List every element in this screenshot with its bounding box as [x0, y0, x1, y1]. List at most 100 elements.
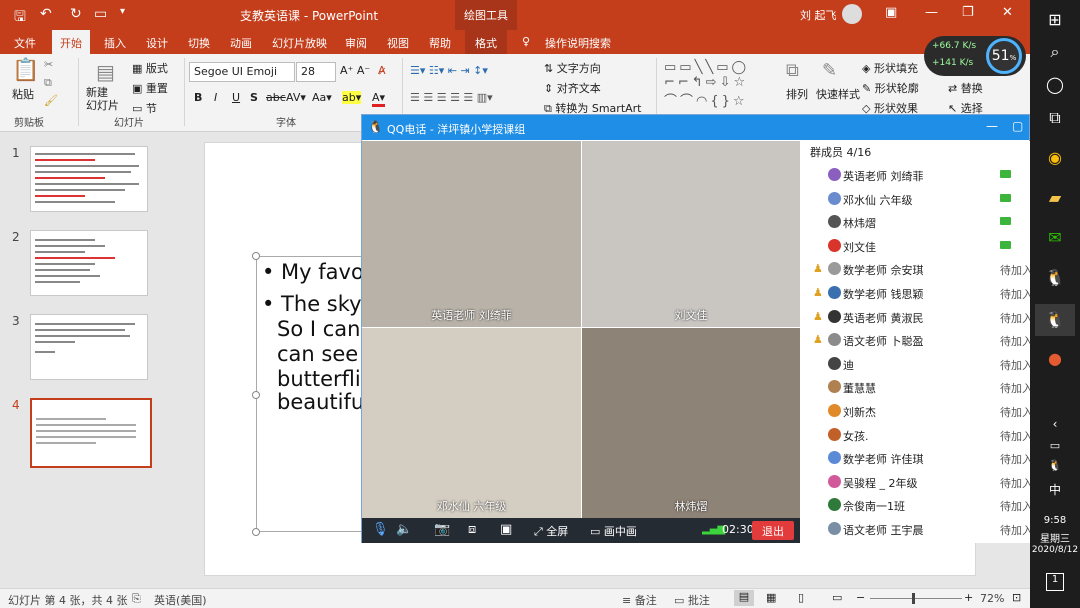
task-view-icon[interactable]: ⧉ [1043, 106, 1067, 130]
format-painter-icon[interactable]: 🖌 [44, 94, 58, 107]
member-row[interactable]: 刘新杰 待加入 [800, 400, 1033, 423]
reset-button[interactable]: ▣ 重置 [132, 80, 168, 96]
tab-insert[interactable]: 插入 [104, 35, 126, 51]
member-row[interactable]: 佘俊南一1班 待加入 [800, 494, 1033, 517]
fullscreen-button[interactable]: ⤢ 全屏 [534, 523, 568, 539]
undo-icon[interactable]: ↶ [40, 6, 52, 22]
reading-view-icon[interactable]: ▯ [798, 591, 804, 604]
member-row[interactable]: ♟ 数学老师 钱思颖 待加入 [800, 282, 1033, 305]
slide-thumbnail-4-selected[interactable] [30, 398, 152, 468]
file-explorer-icon[interactable]: ▰ [1043, 186, 1067, 210]
tab-design[interactable]: 设计 [146, 35, 168, 51]
customize-qat-icon[interactable]: ▾ [120, 6, 125, 17]
microphone-icon[interactable]: 🎙 [372, 522, 389, 537]
exit-call-button[interactable]: 退出 [752, 521, 794, 540]
member-row[interactable]: 语文老师 王宇晨 待加入 [800, 518, 1033, 541]
redo-icon[interactable]: ↻ [70, 6, 82, 22]
quick-styles-button[interactable]: 快速样式 [816, 86, 860, 102]
restore-icon[interactable]: ❐ [962, 5, 974, 20]
clock-date[interactable]: 2020/8/12 [1030, 545, 1080, 555]
video-tile[interactable]: 林炜熠 [582, 328, 800, 518]
arrange-button[interactable]: 排列 [786, 86, 808, 102]
member-row[interactable]: 女孩. 待加入 [800, 424, 1033, 447]
layout-button[interactable]: ▦ 版式 [132, 60, 168, 76]
underline-button[interactable]: U [232, 91, 240, 104]
tab-format[interactable]: 格式 [465, 30, 507, 54]
copy-icon[interactable]: ⧉ [44, 76, 52, 90]
member-row[interactable]: ♟ 数学老师 佘安琪 待加入 [800, 258, 1033, 281]
highlight-icon[interactable]: ab▾ [342, 91, 362, 104]
speaker-icon[interactable]: 🔈 [396, 522, 412, 537]
align-icons[interactable]: ☰ ☰ ☰ ☰ ☰ ▥▾ [410, 91, 493, 104]
shape-outline-button[interactable]: ✎ 形状轮廓 [862, 80, 919, 96]
shape-fill-button[interactable]: ◈ 形状填充 [862, 60, 918, 76]
font-color-icon[interactable]: A▾ [372, 91, 386, 107]
member-row[interactable]: 邓水仙 六年级 [800, 188, 1030, 211]
maximize-icon[interactable]: ▢ [1012, 119, 1023, 133]
pip-button[interactable]: ▭ 画中画 [590, 523, 637, 539]
tab-slideshow[interactable]: 幻灯片放映 [272, 35, 327, 51]
clock-time[interactable]: 9:58 [1030, 515, 1080, 526]
clock-weekday[interactable]: 星期三 [1030, 530, 1080, 545]
save-icon[interactable]: 🖫 [14, 6, 26, 30]
text-direction-button[interactable]: ⇅ 文字方向 [544, 60, 601, 76]
tell-me-search[interactable]: 操作说明搜索 [545, 35, 611, 51]
tab-review[interactable]: 审阅 [345, 35, 367, 51]
tab-transitions[interactable]: 切换 [188, 35, 210, 51]
user-name[interactable]: 刘 起飞 [800, 7, 837, 23]
tab-view[interactable]: 视图 [387, 35, 409, 51]
minimize-icon[interactable]: — [925, 5, 938, 20]
member-row[interactable]: 林炜熠 [800, 211, 1030, 234]
member-row[interactable]: 英语老师 刘绮菲 [800, 164, 1030, 187]
zoom-in-icon[interactable]: + [964, 591, 973, 604]
shadow-button[interactable]: S [250, 91, 258, 104]
share-screen-icon[interactable]: ⧈ [468, 522, 476, 537]
font-size-field[interactable]: 28 [296, 62, 336, 82]
language-indicator[interactable]: 英语(美国) [154, 592, 207, 608]
present-icon[interactable]: ▭ [94, 6, 107, 22]
char-spacing-button[interactable]: AV▾ [286, 91, 306, 104]
member-row[interactable]: 董慧慧 待加入 [800, 376, 1033, 399]
resize-handle[interactable] [252, 391, 260, 399]
shapes-gallery[interactable]: ▭▭╲╲▭◯ ⌐⌐↰⇨⇩☆ ⌒⌒◠{}☆ [664, 60, 749, 109]
quick-styles-icon[interactable]: ✎ [822, 60, 837, 81]
tab-help[interactable]: 帮助 [429, 35, 451, 51]
tab-home[interactable]: 开始 [52, 30, 90, 54]
resize-handle[interactable] [252, 528, 260, 536]
arrange-icon[interactable]: ⧉ [786, 60, 799, 81]
minimize-icon[interactable]: — [986, 119, 998, 133]
slide-thumbnail-3[interactable] [30, 314, 148, 380]
resize-handle[interactable] [252, 252, 260, 260]
notes-button[interactable]: ≡ 备注 [622, 592, 657, 608]
windows-start-icon[interactable]: ⊞ [1043, 8, 1067, 32]
bold-button[interactable]: B [194, 91, 202, 104]
member-row[interactable]: ♟ 英语老师 黄淑民 待加入 [800, 306, 1033, 329]
notification-center-icon[interactable]: 1 [1046, 573, 1064, 591]
new-slide-icon[interactable]: ▤ [96, 60, 115, 84]
change-case-button[interactable]: Aa▾ [312, 91, 332, 104]
video-tile[interactable]: 英语老师 刘绮菲 [362, 141, 581, 327]
net-speed-widget[interactable]: +66.7 K/s +141 K/s 51% [924, 36, 1026, 76]
slide-thumbnail-1[interactable] [30, 146, 148, 212]
qq-taskbar-icon[interactable]: 🐧 [1043, 266, 1067, 290]
fit-slide-icon[interactable]: ⊡ [1012, 591, 1021, 604]
new-slide-button[interactable]: 新建 幻灯片 [86, 86, 119, 112]
font-name-field[interactable]: Segoe UI Emoji [189, 62, 295, 82]
zoom-slider[interactable] [870, 598, 962, 599]
increase-font-icon[interactable]: A⁺ A⁻ [340, 64, 370, 77]
slide-thumbnail-2[interactable] [30, 230, 148, 296]
member-row[interactable]: 迪 待加入 [800, 353, 1033, 376]
paste-button[interactable]: 粘贴 [12, 86, 34, 102]
slideshow-icon[interactable]: ▭ [832, 591, 842, 604]
member-row[interactable]: 刘文佳 [800, 235, 1030, 258]
ime-indicator[interactable]: 中 [1043, 478, 1067, 502]
italic-button[interactable]: I [214, 91, 217, 104]
tray-icons[interactable]: 🐧 [1043, 454, 1067, 478]
user-avatar[interactable] [842, 4, 862, 24]
wechat-icon[interactable]: ✉ [1043, 226, 1067, 250]
accessibility-icon[interactable]: ⎘ [132, 592, 141, 606]
align-text-button[interactable]: ⇕ 对齐文本 [544, 80, 601, 96]
bullets-icon[interactable]: ☰▾ ☷▾ ⇤ ⇥ ↕▾ [410, 64, 488, 77]
normal-view-icon[interactable]: ▤ [734, 590, 754, 606]
tab-animations[interactable]: 动画 [230, 35, 252, 51]
